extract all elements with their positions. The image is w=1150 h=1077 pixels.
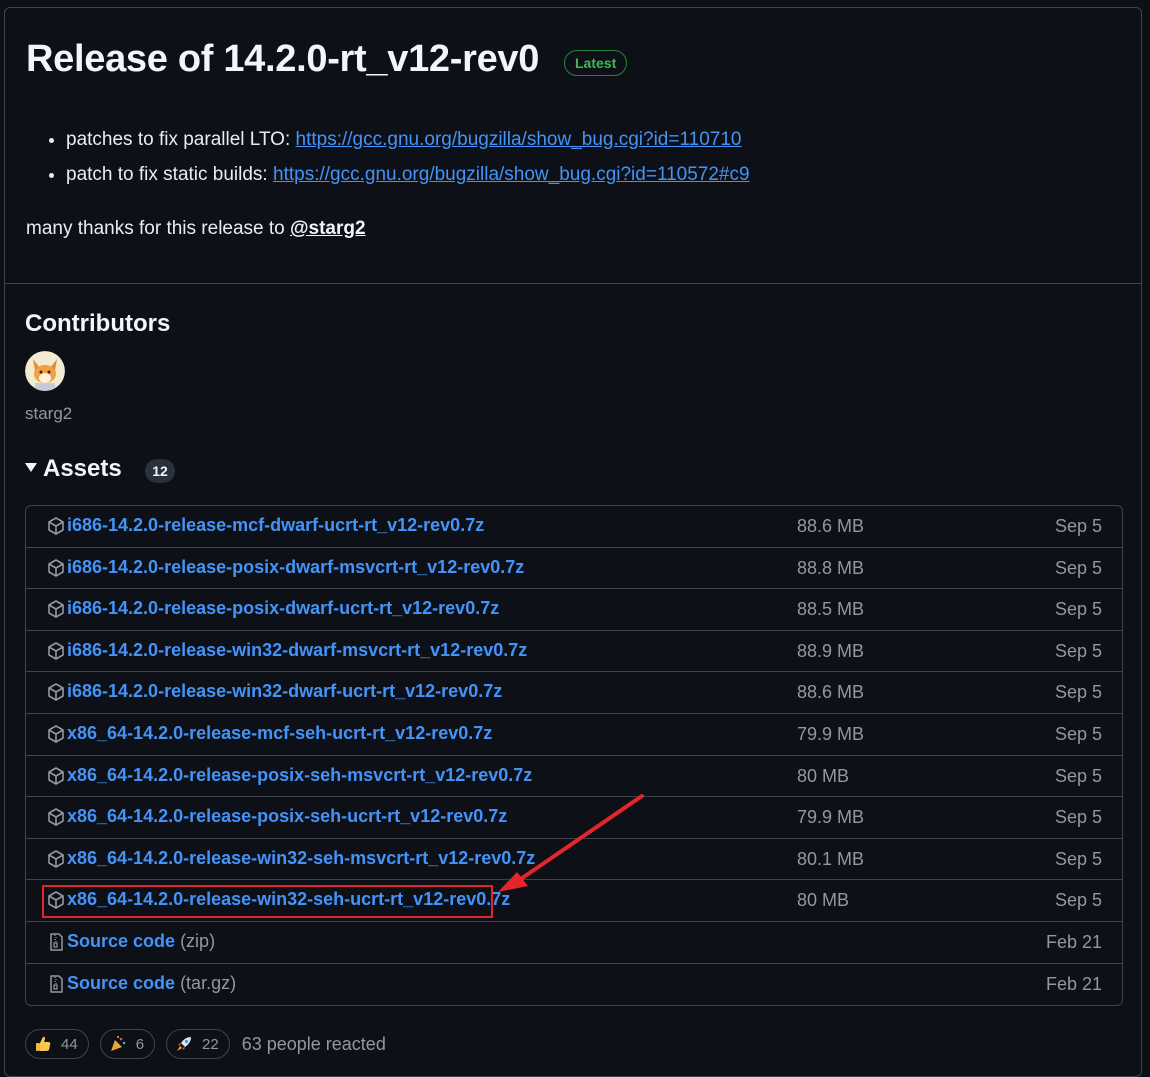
asset-link[interactable]: i686-14.2.0-release-win32-dwarf-ucrt-rt_… [67,681,502,702]
asset-name: x86_64-14.2.0-release-win32-seh-msvcrt-r… [67,848,536,868]
package-icon [48,517,64,535]
asset-name: i686-14.2.0-release-posix-dwarf-msvcrt-r… [67,557,525,577]
release-note-text: patches to fix parallel LTO: [66,129,296,150]
contributor-name[interactable]: starg2 [25,404,72,424]
asset-row: Source code (tar.gz) Feb 21 [26,964,1122,1005]
asset-size: 80 MB [797,890,850,910]
file-zip-icon [50,933,63,951]
asset-name: Source code [67,931,176,951]
latest-badge: Latest [564,50,628,76]
package-icon [48,850,64,868]
asset-date: Sep 5 [1054,766,1102,786]
thanks-line: many thanks for this release to @starg2 [26,216,366,242]
asset-row: i686-14.2.0-release-mcf-dwarf-ucrt-rt_v1… [26,506,1122,548]
section-divider [5,283,1142,284]
asset-size: 88.9 MB [797,641,865,661]
release-note-text: patch to fix static builds: [66,164,273,185]
reactions-summary: 63 people reacted [241,1033,386,1054]
asset-date: Feb 21 [1045,974,1102,994]
asset-date: Sep 5 [1054,849,1102,869]
asset-date: Sep 5 [1054,682,1102,702]
asset-row: Source code (zip) Feb 21 [26,922,1122,964]
assets-count-badge: 12 [145,459,175,483]
release-note-link[interactable]: https://gcc.gnu.org/bugzilla/show_bug.cg… [296,129,742,150]
asset-date: Feb 21 [1045,932,1102,952]
package-icon [48,767,64,785]
asset-row: x86_64-14.2.0-release-mcf-seh-ucrt-rt_v1… [26,714,1122,756]
asset-link[interactable]: x86_64-14.2.0-release-posix-seh-msvcrt-r… [67,765,532,786]
asset-link[interactable]: x86_64-14.2.0-release-posix-seh-ucrt-rt_… [67,806,507,827]
asset-size: 88.6 MB [797,516,865,536]
asset-size: 88.5 MB [797,599,865,619]
asset-format: (zip) [180,931,216,951]
reaction-rocket[interactable]: 22 [166,1029,230,1059]
reactions-bar: 44 6 22 63 people reacted [25,1028,386,1060]
asset-name: i686-14.2.0-release-win32-dwarf-msvcrt-r… [67,640,528,660]
package-icon [48,725,64,743]
asset-name: x86_64-14.2.0-release-posix-seh-ucrt-rt_… [67,806,508,826]
asset-name: i686-14.2.0-release-win32-dwarf-ucrt-rt_… [67,681,503,701]
asset-name: x86_64-14.2.0-release-mcf-seh-ucrt-rt_v1… [67,723,493,743]
reaction-party[interactable]: 6 [99,1029,156,1059]
asset-size: 80 MB [797,766,850,786]
fox-avatar-icon [25,351,65,391]
asset-size: 79.9 MB [797,807,865,827]
asset-link[interactable]: i686-14.2.0-release-posix-dwarf-ucrt-rt_… [67,598,499,619]
reaction-count: 44 [61,1035,78,1053]
asset-size: 80.1 MB [797,849,865,869]
asset-row: i686-14.2.0-release-posix-dwarf-msvcrt-r… [26,548,1122,589]
release-title[interactable]: Release of 14.2.0-rt_v12-rev0 [26,38,539,81]
thanks-text: many thanks for this release to [26,218,291,239]
reaction-count: 22 [202,1035,219,1053]
release-note-item: patch to fix static builds: https://gcc.… [66,163,750,187]
asset-name: x86_64-14.2.0-release-posix-seh-msvcrt-r… [67,765,533,785]
rocket-icon [177,1037,192,1051]
asset-size: 88.8 MB [797,558,865,578]
asset-row: i686-14.2.0-release-win32-dwarf-msvcrt-r… [26,631,1122,672]
contributors-heading: Contributors [25,310,171,337]
asset-link[interactable]: i686-14.2.0-release-win32-dwarf-msvcrt-r… [67,640,527,661]
asset-row: i686-14.2.0-release-win32-dwarf-ucrt-rt_… [26,672,1122,714]
asset-size: 88.6 MB [797,682,865,702]
thumbs-up-icon [36,1036,51,1051]
assets-list: i686-14.2.0-release-mcf-dwarf-ucrt-rt_v1… [25,505,1123,1006]
asset-date: Sep 5 [1054,599,1102,619]
asset-link[interactable]: Source code (zip) [67,931,215,952]
package-icon [48,559,64,577]
package-icon [48,808,64,826]
asset-link[interactable]: i686-14.2.0-release-mcf-dwarf-ucrt-rt_v1… [67,515,484,536]
asset-format: (tar.gz) [180,973,237,993]
package-icon [48,683,64,701]
asset-link[interactable]: i686-14.2.0-release-posix-dwarf-msvcrt-r… [67,557,524,578]
asset-name: i686-14.2.0-release-posix-dwarf-ucrt-rt_… [67,598,500,618]
asset-size: 79.9 MB [797,724,865,744]
reaction-count: 6 [135,1035,145,1053]
asset-date: Sep 5 [1054,641,1102,661]
package-icon [48,642,64,660]
annotation-arrow-icon [498,794,644,892]
asset-link[interactable]: x86_64-14.2.0-release-mcf-seh-ucrt-rt_v1… [67,723,492,744]
reaction-thumbs-up[interactable]: 44 [25,1029,89,1059]
file-zip-icon [50,975,63,993]
user-mention-link[interactable]: @starg2 [290,218,366,239]
assets-heading[interactable]: Assets [43,455,122,483]
assets-collapse-caret-icon[interactable] [25,463,37,472]
asset-date: Sep 5 [1054,807,1102,827]
asset-link[interactable]: Source code (tar.gz) [67,973,236,994]
asset-name: Source code [67,973,176,993]
annotation-highlight-box [42,885,493,918]
asset-name: i686-14.2.0-release-mcf-dwarf-ucrt-rt_v1… [67,515,485,535]
contributor-avatar[interactable] [25,351,65,391]
release-note-item: patches to fix parallel LTO: https://gcc… [66,128,750,152]
asset-row: i686-14.2.0-release-posix-dwarf-ucrt-rt_… [26,589,1122,631]
release-notes: patches to fix parallel LTO: https://gcc… [26,128,750,198]
asset-date: Sep 5 [1054,558,1102,578]
asset-date: Sep 5 [1054,516,1102,536]
release-note-link[interactable]: https://gcc.gnu.org/bugzilla/show_bug.cg… [273,164,750,185]
asset-date: Sep 5 [1054,724,1102,744]
party-popper-icon [110,1036,125,1051]
package-icon [48,600,64,618]
asset-link[interactable]: x86_64-14.2.0-release-win32-seh-msvcrt-r… [67,848,535,869]
asset-date: Sep 5 [1054,890,1102,910]
